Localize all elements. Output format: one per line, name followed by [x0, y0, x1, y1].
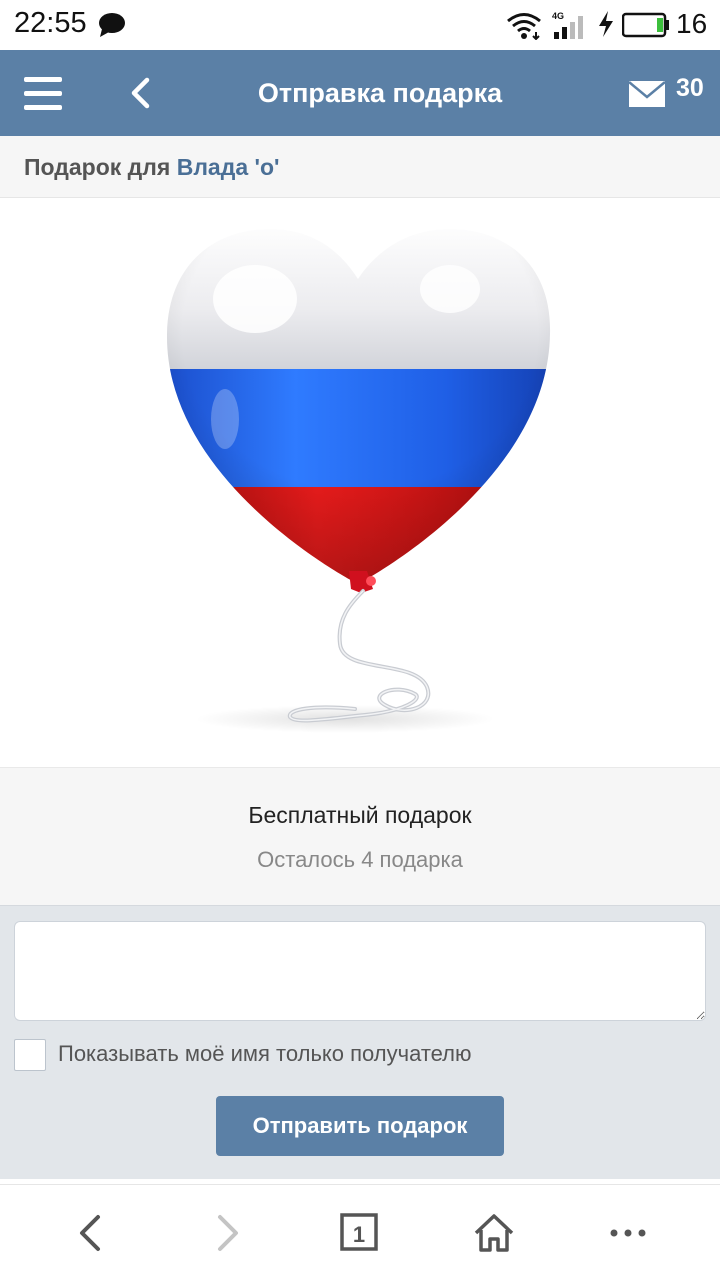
forward-icon[interactable]: [206, 1211, 250, 1255]
gift-image-area: [0, 199, 720, 767]
chat-icon: [99, 13, 125, 37]
gift-remaining-count: Осталось 4 подарка: [257, 847, 463, 872]
gift-info: Бесплатный подарок Осталось 4 подарка: [0, 767, 720, 905]
network-type-label: 4G: [552, 11, 564, 21]
signal-icon: 4G: [552, 11, 583, 39]
battery-level: 16: [676, 8, 708, 39]
recipient-text: Подарок для Влада 'о': [24, 154, 279, 181]
gift-form: Показывать моё имя только получателю Отп…: [0, 905, 720, 1179]
recipient-name-link[interactable]: Влада 'о': [177, 154, 280, 180]
charging-icon: [599, 11, 613, 37]
show-name-checkbox[interactable]: [14, 1039, 46, 1071]
browser-bottom-nav: 1: [0, 1184, 720, 1280]
gift-type: Бесплатный подарок: [248, 802, 472, 828]
app-header: Отправка подарка 30: [0, 50, 720, 136]
tabs-count: 1: [353, 1222, 365, 1247]
message-input[interactable]: [14, 921, 706, 1021]
send-gift-button[interactable]: Отправить подарок: [216, 1096, 504, 1156]
home-icon[interactable]: [472, 1211, 516, 1255]
page-title: Отправка подарка: [257, 78, 503, 108]
wifi-icon: [507, 13, 541, 40]
recipient-row: Подарок для Влада 'о': [0, 136, 720, 198]
menu-icon[interactable]: [24, 77, 64, 111]
back-arrow-icon[interactable]: [126, 76, 156, 110]
mail-icon[interactable]: [628, 80, 666, 108]
status-bar: 22:55 4G 16: [0, 0, 720, 50]
recipient-prefix: Подарок для: [24, 154, 171, 180]
show-name-checkbox-label[interactable]: Показывать моё имя только получателю: [58, 1041, 472, 1067]
battery-icon: [622, 12, 669, 38]
heart-balloon-image: [166, 229, 551, 733]
more-icon[interactable]: [606, 1211, 650, 1255]
mail-count-badge[interactable]: 30: [676, 74, 704, 103]
back-icon[interactable]: [68, 1211, 112, 1255]
tabs-icon[interactable]: 1: [338, 1211, 382, 1255]
status-time: 22:55: [14, 7, 87, 39]
